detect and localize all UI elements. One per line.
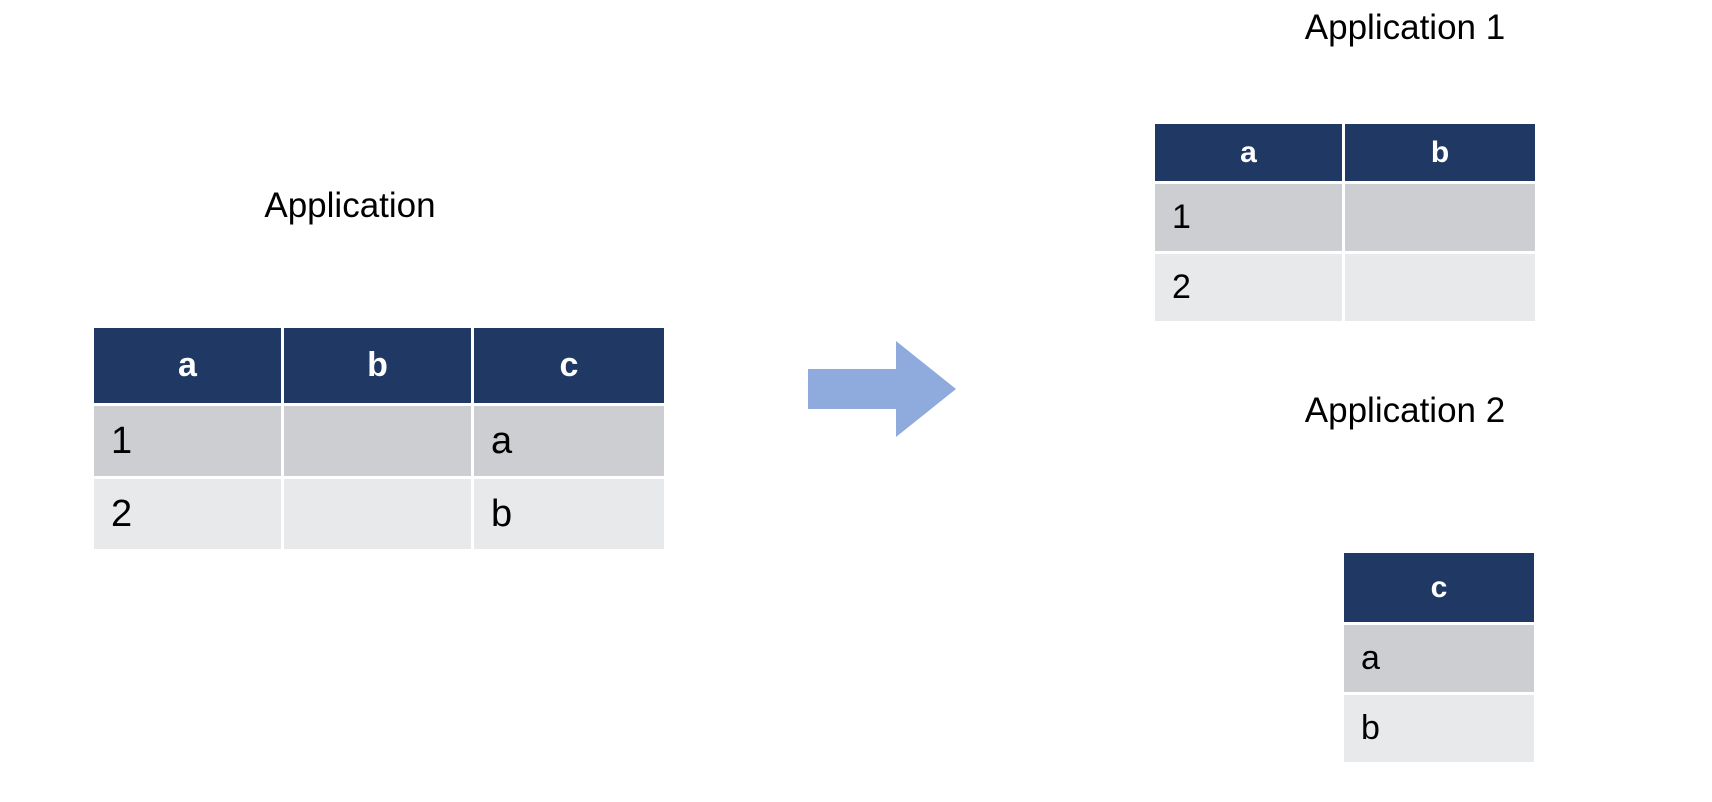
app1-header-cell-b: b [1345, 124, 1535, 184]
application-1-caption: Application 1 [1304, 8, 1506, 47]
application-1-table: a b 1 2 [1155, 124, 1535, 324]
app1-table-header-row: a b [1155, 124, 1535, 184]
app1-cell-r1-b [1345, 184, 1535, 254]
app2-table-row: a [1344, 625, 1534, 695]
source-cell-r2-b [284, 479, 474, 552]
source-table: a b c 1 a 2 b [94, 328, 664, 552]
application-2-caption: Application 2 [1304, 391, 1506, 430]
source-cell-r1-c: a [474, 406, 664, 479]
app2-cell-r2-c: b [1344, 695, 1534, 765]
source-cell-r2-a: 2 [94, 479, 284, 552]
source-cell-r1-b [284, 406, 474, 479]
source-table-caption: Application [264, 186, 436, 225]
application-2-table: c a b [1344, 553, 1534, 765]
app1-header-cell-a: a [1155, 124, 1345, 184]
source-table-row: 2 b [94, 479, 664, 552]
app1-cell-r2-b [1345, 254, 1535, 324]
app2-header-cell-c: c [1344, 553, 1534, 625]
source-header-cell-a: a [94, 328, 284, 406]
source-header-cell-b: b [284, 328, 474, 406]
source-table-header-row: a b c [94, 328, 664, 406]
source-header-cell-c: c [474, 328, 664, 406]
arrow-right-icon [808, 341, 956, 437]
app2-table-row: b [1344, 695, 1534, 765]
source-cell-r1-a: 1 [94, 406, 284, 479]
app1-table-row: 1 [1155, 184, 1535, 254]
app1-cell-r2-a: 2 [1155, 254, 1345, 324]
app2-table-header-row: c [1344, 553, 1534, 625]
app1-cell-r1-a: 1 [1155, 184, 1345, 254]
source-table-row: 1 a [94, 406, 664, 479]
source-cell-r2-c: b [474, 479, 664, 552]
app2-cell-r1-c: a [1344, 625, 1534, 695]
diagram-canvas: Application a b c 1 a 2 b Application 1 … [0, 0, 1712, 802]
app1-table-row: 2 [1155, 254, 1535, 324]
